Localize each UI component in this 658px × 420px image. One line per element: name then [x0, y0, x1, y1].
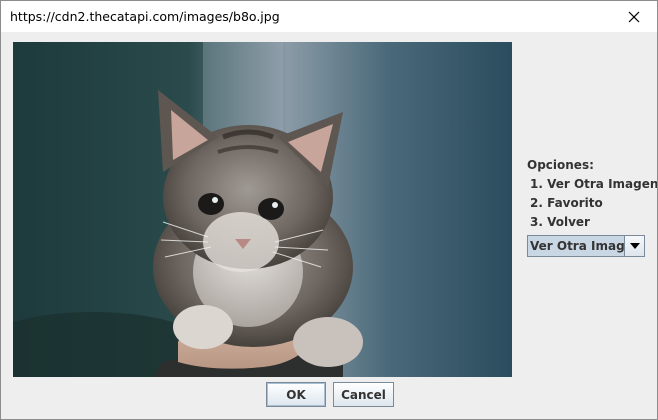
cat-photo: [13, 42, 512, 377]
dialog-content: Opciones: 1. Ver Otra Imagen 2. Favorito…: [1, 32, 657, 419]
close-icon: [628, 11, 640, 22]
option-volver: 3. Volver: [530, 215, 590, 229]
option-favorito: 2. Favorito: [530, 196, 603, 210]
cat-image: [13, 42, 512, 377]
option-select-arrow[interactable]: [624, 236, 644, 256]
option-select[interactable]: Ver Otra Imagen: [527, 235, 645, 257]
option-ver-otra-imagen: 1. Ver Otra Imagen: [530, 177, 658, 191]
triangle-down-icon: [629, 243, 640, 249]
title-bar[interactable]: https://cdn2.thecatapi.com/images/b8o.jp…: [1, 1, 657, 32]
close-button[interactable]: [611, 1, 657, 32]
cancel-button[interactable]: Cancel: [333, 382, 394, 407]
ok-button[interactable]: OK: [266, 382, 326, 407]
option-select-value: Ver Otra Imagen: [530, 239, 626, 253]
options-panel: Opciones: 1. Ver Otra Imagen 2. Favorito…: [527, 156, 658, 257]
dialog-window: https://cdn2.thecatapi.com/images/b8o.jp…: [0, 0, 658, 420]
options-heading: Opciones:: [527, 158, 594, 172]
window-title: https://cdn2.thecatapi.com/images/b8o.jp…: [10, 9, 280, 24]
